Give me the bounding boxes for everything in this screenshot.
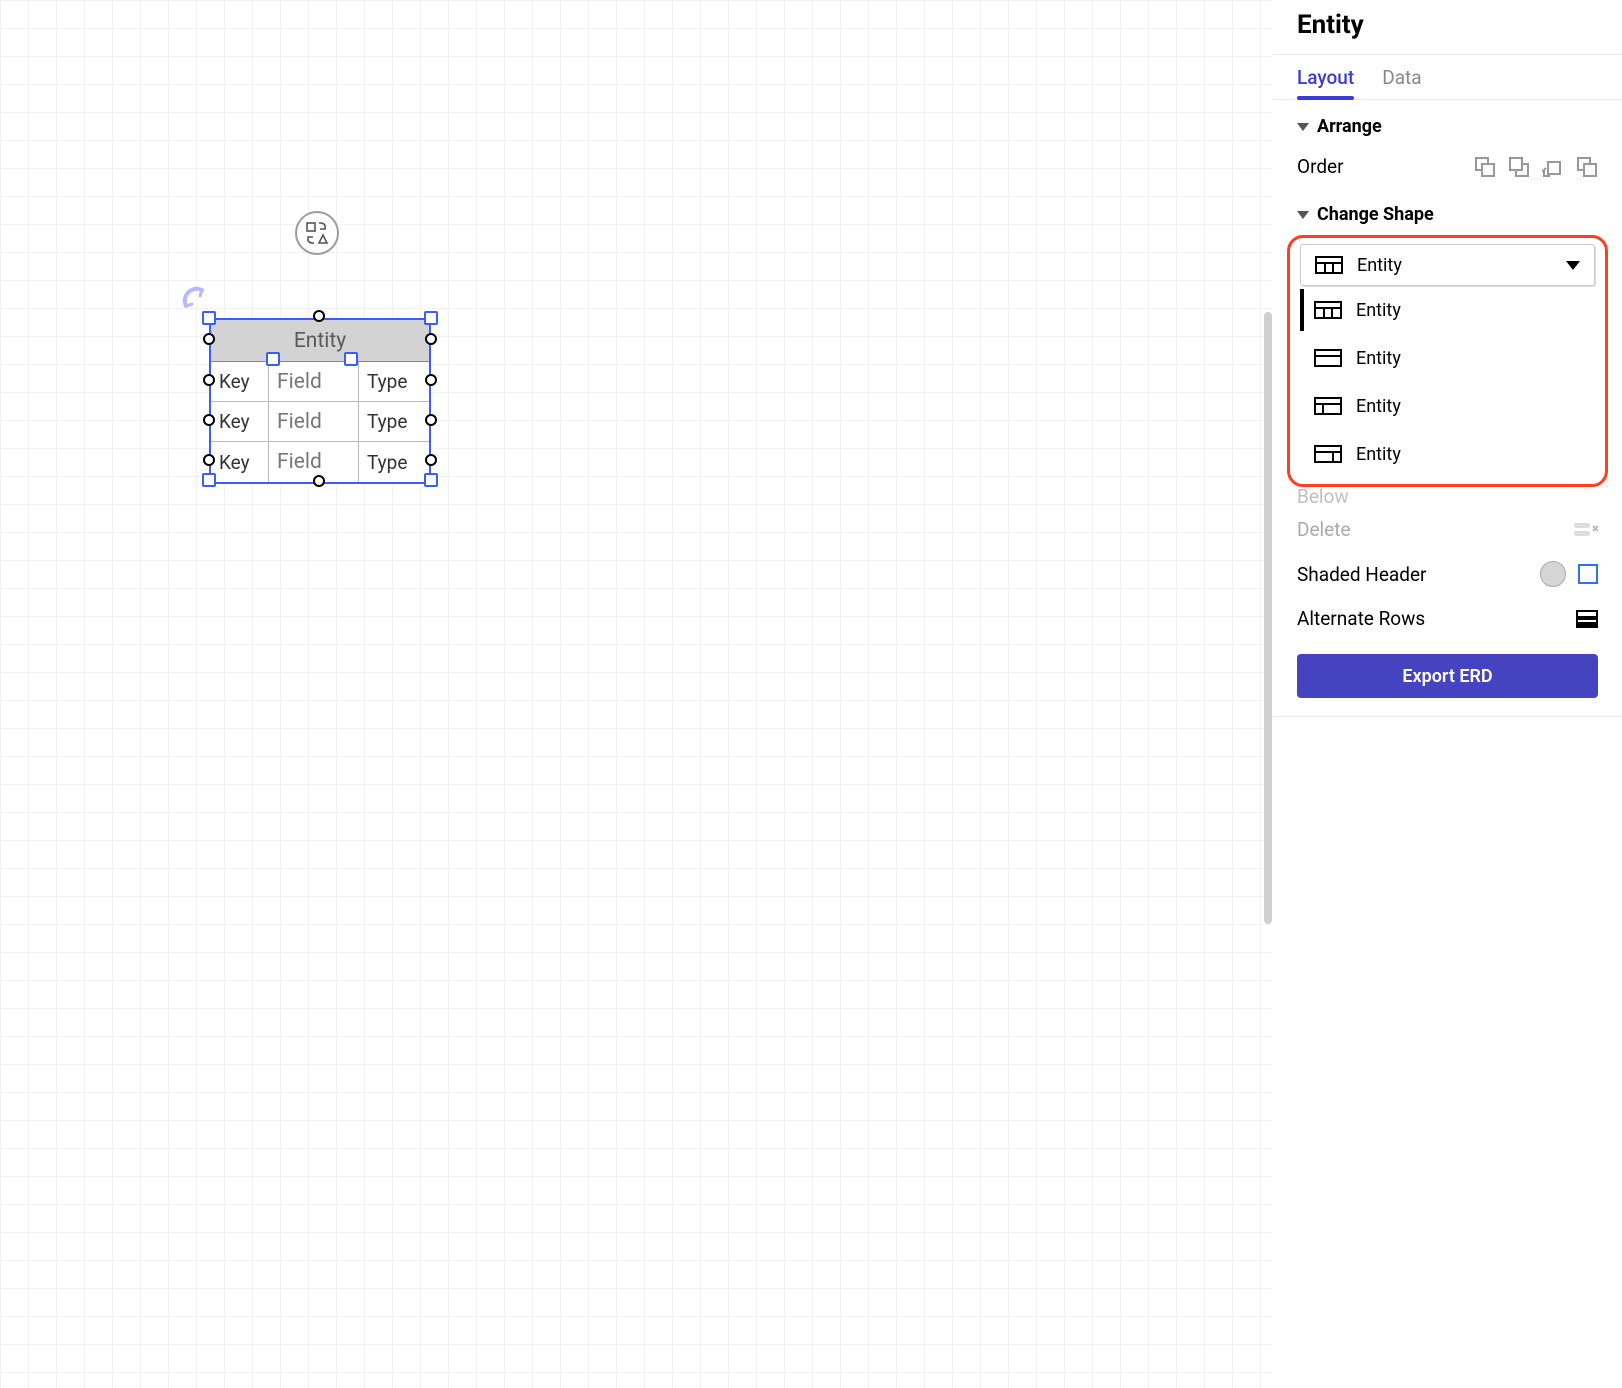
shape-select[interactable]: Entity xyxy=(1300,244,1595,286)
bring-to-front-icon[interactable] xyxy=(1576,156,1598,178)
delete-row-icon[interactable] xyxy=(1574,523,1598,537)
port[interactable] xyxy=(425,333,437,345)
column-handle[interactable] xyxy=(266,352,280,366)
section-arrange[interactable]: Arrange xyxy=(1273,100,1622,145)
section-change-shape[interactable]: Change Shape xyxy=(1273,188,1622,233)
entity-title[interactable]: Entity xyxy=(211,320,429,362)
shape-option[interactable]: Entity xyxy=(1300,382,1595,430)
entity-3col-icon xyxy=(1315,256,1343,274)
resize-handle-se[interactable] xyxy=(424,473,438,487)
swap-shape-button[interactable] xyxy=(295,211,339,255)
panel-tabs: Layout Data xyxy=(1273,54,1622,100)
entity-field-cell[interactable]: Field xyxy=(269,402,359,441)
port[interactable] xyxy=(425,414,437,426)
entity-2col-right-icon xyxy=(1314,445,1342,463)
change-shape-highlight: Entity Entity Entity xyxy=(1287,235,1608,487)
shape-option[interactable]: Entity xyxy=(1300,334,1595,382)
alternate-rows-icon[interactable] xyxy=(1576,610,1598,628)
entity-2col-left-icon xyxy=(1314,397,1342,415)
shape-select-value: Entity xyxy=(1357,255,1402,276)
send-to-back-icon[interactable] xyxy=(1542,156,1564,178)
tab-data[interactable]: Data xyxy=(1382,55,1421,99)
section-arrange-label: Arrange xyxy=(1317,116,1382,137)
shape-option[interactable]: Entity xyxy=(1300,430,1595,478)
shape-option-label: Entity xyxy=(1356,348,1401,369)
shaded-header-row: Shaded Header xyxy=(1273,551,1622,597)
send-backward-icon[interactable] xyxy=(1474,156,1496,178)
column-handle[interactable] xyxy=(344,352,358,366)
delete-label: Delete xyxy=(1297,518,1351,541)
shape-option-label: Entity xyxy=(1356,300,1401,321)
entity-type-cell[interactable]: Type xyxy=(359,402,429,441)
shape-option[interactable]: Entity xyxy=(1300,286,1595,334)
entity-key-cell[interactable]: Key xyxy=(211,362,269,401)
bring-forward-icon[interactable] xyxy=(1508,156,1530,178)
properties-panel: Entity Layout Data Arrange Order xyxy=(1272,0,1622,1388)
alternate-rows-row: Alternate Rows xyxy=(1273,597,1622,640)
canvas[interactable]: Entity Key Field Type Key Field Type Key… xyxy=(0,0,1272,1388)
port[interactable] xyxy=(203,414,215,426)
canvas-grid xyxy=(0,0,1272,1388)
entity-key-cell[interactable]: Key xyxy=(211,442,269,482)
shaded-header-color[interactable] xyxy=(1540,561,1566,587)
disclosure-triangle-icon xyxy=(1297,123,1309,131)
alternate-rows-label: Alternate Rows xyxy=(1297,607,1425,630)
disclosure-triangle-icon xyxy=(1297,211,1309,219)
shape-option-label: Entity xyxy=(1356,444,1401,465)
shaded-header-label: Shaded Header xyxy=(1297,563,1427,586)
port[interactable] xyxy=(203,374,215,386)
swap-shape-icon xyxy=(305,221,329,245)
entity-shape[interactable]: Entity Key Field Type Key Field Type Key… xyxy=(209,318,431,484)
port-n[interactable] xyxy=(313,310,325,322)
entity-type-cell[interactable]: Type xyxy=(359,442,429,482)
entity-key-cell[interactable]: Key xyxy=(211,402,269,441)
resize-handle-nw[interactable] xyxy=(202,311,216,325)
shaded-header-toggle[interactable] xyxy=(1578,564,1598,584)
add-field-below-label: Below xyxy=(1273,485,1622,508)
entity-row[interactable]: Key Field Type xyxy=(211,362,429,402)
divider xyxy=(1273,716,1622,717)
tab-layout[interactable]: Layout xyxy=(1297,55,1354,99)
port[interactable] xyxy=(203,454,215,466)
port[interactable] xyxy=(203,333,215,345)
entity-type-cell[interactable]: Type xyxy=(359,362,429,401)
entity-3col-icon xyxy=(1314,301,1342,319)
delete-row: Delete xyxy=(1273,508,1622,551)
port[interactable] xyxy=(425,454,437,466)
resize-handle-ne[interactable] xyxy=(424,311,438,325)
resize-handle-sw[interactable] xyxy=(202,473,216,487)
panel-title: Entity xyxy=(1273,0,1622,54)
entity-row[interactable]: Key Field Type xyxy=(211,402,429,442)
section-change-shape-label: Change Shape xyxy=(1317,204,1434,225)
scrollbar[interactable] xyxy=(1264,312,1272,924)
export-erd-button[interactable]: Export ERD xyxy=(1297,654,1598,698)
order-row: Order xyxy=(1273,145,1622,188)
order-label: Order xyxy=(1297,155,1344,178)
chevron-down-icon xyxy=(1566,261,1580,270)
shape-option-label: Entity xyxy=(1356,396,1401,417)
entity-field-cell[interactable]: Field xyxy=(269,362,359,401)
port-s[interactable] xyxy=(313,475,325,487)
rotate-icon xyxy=(180,284,208,312)
export-erd-label: Export ERD xyxy=(1402,666,1492,687)
entity-1col-icon xyxy=(1314,349,1342,367)
port[interactable] xyxy=(425,374,437,386)
